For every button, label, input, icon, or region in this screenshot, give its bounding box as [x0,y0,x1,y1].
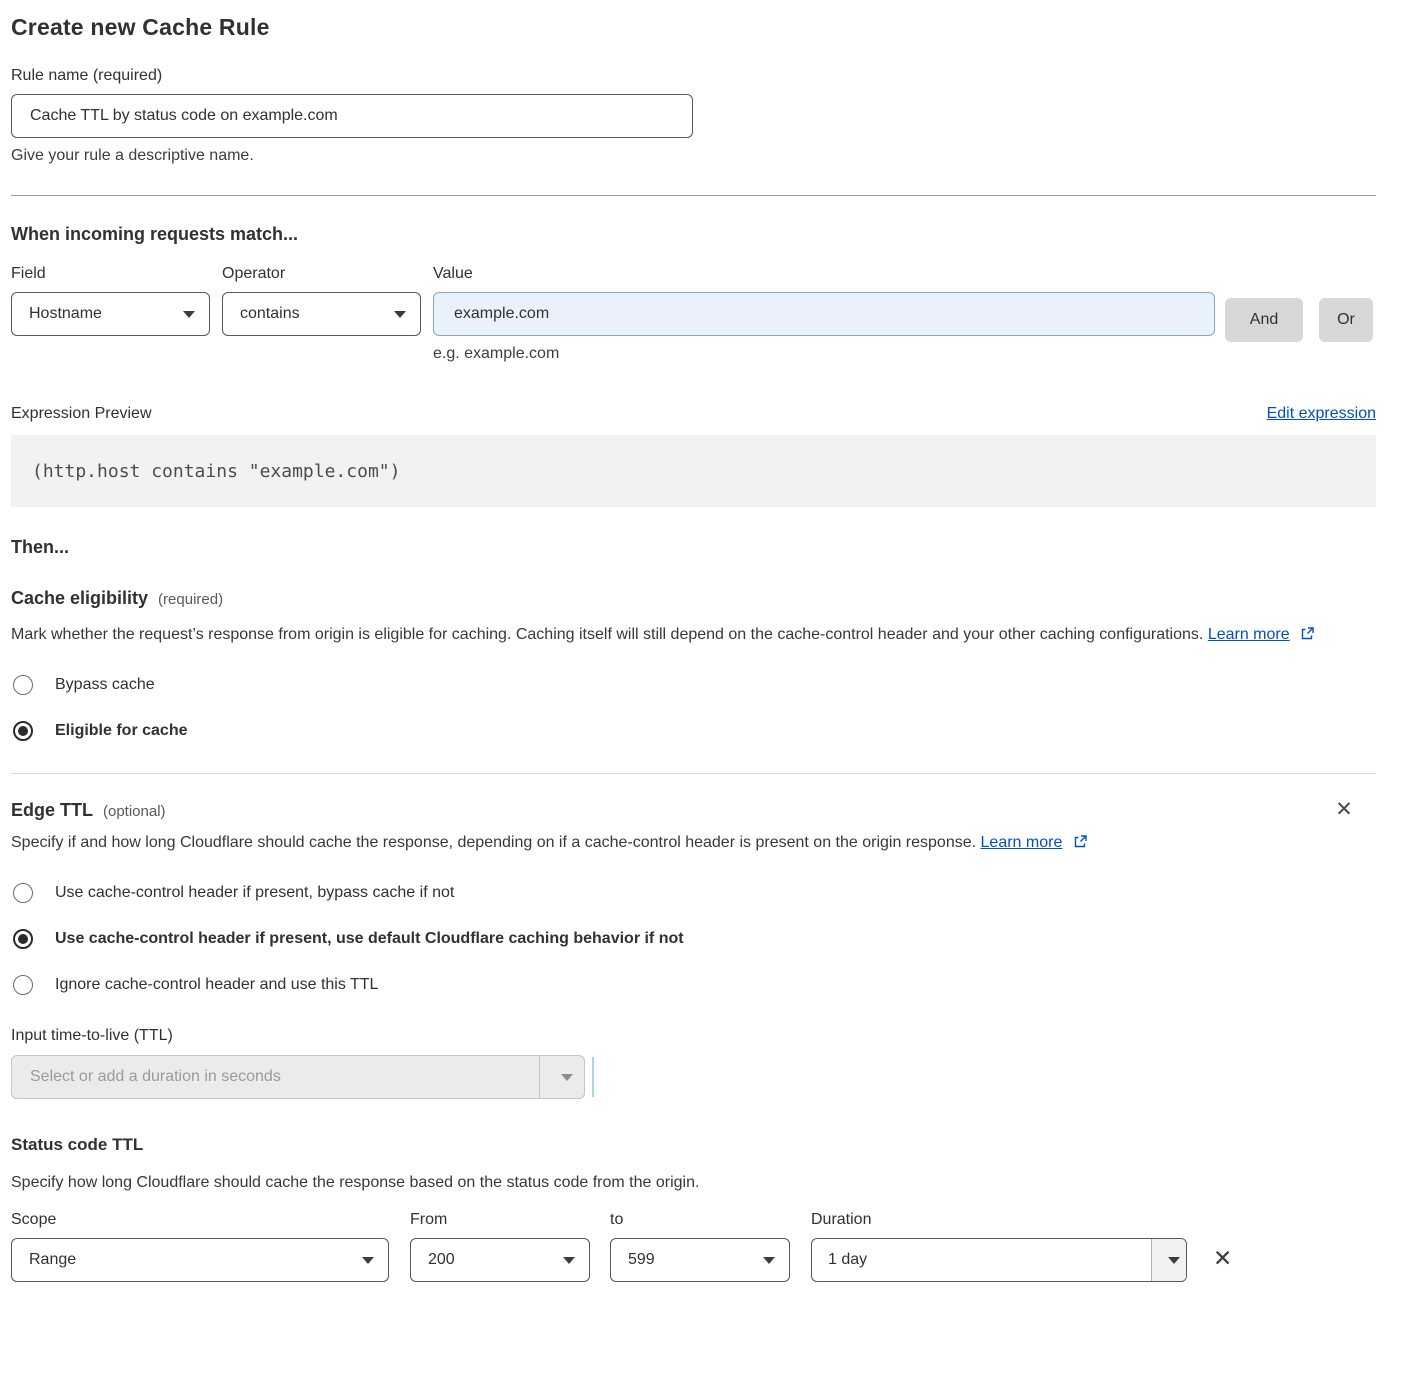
edge-ttl-heading: Edge TTL [11,800,93,821]
cache-eligibility-learn-more-link[interactable]: Learn more [1208,626,1290,643]
section-divider [11,195,1376,196]
edit-expression-link[interactable]: Edit expression [1267,405,1376,423]
ttl-input-label: Input time-to-live (TTL) [11,1027,1376,1045]
external-link-icon [1073,834,1088,849]
operator-label: Operator [222,265,421,283]
scope-select[interactable]: Range [11,1238,389,1282]
caret-glyph [561,1074,573,1081]
ttl-duration-select[interactable]: Select or add a duration in seconds [11,1055,585,1099]
operator-column: Operator contains [222,265,421,336]
and-column: And [1225,265,1303,342]
edge-ttl-learn-more-link[interactable]: Learn more [981,834,1063,851]
then-heading: Then... [11,537,1376,558]
radio-eligible-for-cache[interactable]: Eligible for cache [11,721,1376,741]
duration-column: Duration 1 day [811,1211,1187,1282]
chevron-down-icon [563,1257,575,1264]
to-select-value: 599 [628,1251,655,1269]
expression-header-row: Expression Preview Edit expression [11,405,1376,423]
cache-eligibility-heading-row: Cache eligibility (required) [11,588,1376,609]
radio-label: Use cache-control header if present, byp… [55,884,454,902]
duration-select[interactable]: 1 day [811,1238,1187,1282]
chevron-down-icon[interactable] [1151,1239,1186,1281]
from-select-value: 200 [428,1251,455,1269]
match-heading: When incoming requests match... [11,224,1376,245]
radio-icon[interactable] [13,883,33,903]
operator-select[interactable]: contains [222,292,421,336]
or-button[interactable]: Or [1319,298,1373,342]
radio-icon[interactable] [13,975,33,995]
chevron-down-icon [763,1257,775,1264]
radio-label: Use cache-control header if present, use… [55,930,684,948]
from-select[interactable]: 200 [410,1238,590,1282]
and-button[interactable]: And [1225,298,1303,342]
field-select[interactable]: Hostname [11,292,210,336]
section-divider [11,773,1376,774]
rule-name-help: Give your rule a descriptive name. [11,147,693,165]
duration-label: Duration [811,1211,1187,1229]
radio-cc-bypass[interactable]: Use cache-control header if present, byp… [11,883,1376,903]
radio-checked-icon[interactable] [13,721,33,741]
remove-row-icon[interactable]: ✕ [1213,1247,1232,1270]
to-select[interactable]: 599 [610,1238,790,1282]
radio-cc-default-behavior[interactable]: Use cache-control header if present, use… [11,929,1376,949]
external-link-icon [1300,626,1315,641]
chevron-down-icon [394,311,406,318]
scope-column: Scope Range [11,1211,389,1282]
chevron-down-icon[interactable] [539,1056,584,1098]
value-input[interactable] [433,292,1215,336]
value-label: Value [433,265,1215,283]
rule-name-section: Rule name (required) Give your rule a de… [11,67,693,165]
status-code-row: Scope Range From 200 to 599 Duration 1 d… [11,1211,1376,1282]
edge-ttl-optional-tag: (optional) [103,803,166,820]
radio-icon[interactable] [13,675,33,695]
value-column: Value e.g. example.com [433,265,1215,363]
cache-eligibility-description: Mark whether the request’s response from… [11,621,1356,649]
to-column: to 599 [610,1211,790,1282]
status-code-ttl-description: Specify how long Cloudflare should cache… [11,1169,1376,1197]
close-icon[interactable]: ✕ [1334,800,1354,820]
radio-checked-icon[interactable] [13,929,33,949]
radio-label: Eligible for cache [55,722,187,740]
edge-ttl-heading-row: Edge TTL (optional) [11,800,166,821]
scope-label: Scope [11,1211,389,1229]
radio-label: Ignore cache-control header and use this… [55,976,378,994]
radio-bypass-cache[interactable]: Bypass cache [11,675,1376,695]
ttl-input-row: Select or add a duration in seconds [11,1055,1376,1099]
expression-code: (http.host contains "example.com") [32,461,400,482]
expression-preview-label: Expression Preview [11,405,152,423]
cache-eligibility-description-text: Mark whether the request’s response from… [11,626,1203,643]
cache-eligibility-heading: Cache eligibility [11,588,148,609]
from-column: From 200 [410,1211,590,1282]
to-label: to [610,1211,790,1229]
operator-select-value: contains [240,305,300,323]
ttl-select-placeholder: Select or add a duration in seconds [12,1056,539,1098]
scope-select-value: Range [29,1251,76,1269]
edge-ttl-description-text: Specify if and how long Cloudflare shoul… [11,834,976,851]
edge-ttl-header-row: Edge TTL (optional) ✕ [11,800,1376,821]
chevron-down-icon [183,311,195,318]
caret-glyph [1168,1257,1180,1264]
radio-ignore-cc[interactable]: Ignore cache-control header and use this… [11,975,1376,995]
field-select-value: Hostname [29,305,102,323]
cache-eligibility-required-tag: (required) [158,591,223,608]
value-help: e.g. example.com [433,345,1215,363]
edge-ttl-description: Specify if and how long Cloudflare shoul… [11,829,1116,857]
rule-name-label: Rule name (required) [11,67,693,85]
match-row: Field Hostname Operator contains Value e… [11,265,1376,363]
from-label: From [410,1211,590,1229]
chevron-down-icon [362,1257,374,1264]
duration-select-value: 1 day [812,1239,1151,1281]
field-label: Field [11,265,210,283]
expression-code-box: (http.host contains "example.com") [11,435,1376,507]
or-column: Or [1319,265,1373,342]
text-cursor-indicator [592,1057,594,1097]
page-title: Create new Cache Rule [11,14,1376,41]
rule-name-input[interactable] [11,94,693,138]
field-column: Field Hostname [11,265,210,336]
radio-label: Bypass cache [55,676,155,694]
status-code-ttl-heading: Status code TTL [11,1135,1376,1155]
